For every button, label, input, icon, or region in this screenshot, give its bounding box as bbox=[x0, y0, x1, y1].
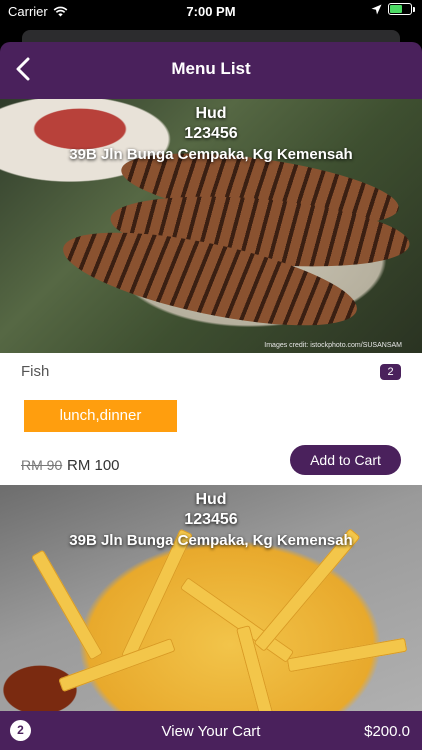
menu-item-image[interactable]: Hud 123456 39B Jln Bunga Cempaka, Kg Kem… bbox=[0, 485, 422, 711]
shop-info-overlay: Hud 123456 39B Jln Bunga Cempaka, Kg Kem… bbox=[0, 104, 422, 166]
current-price: RM 100 bbox=[67, 457, 120, 474]
page-title: Menu List bbox=[171, 59, 251, 78]
shop-address: 39B Jln Bunga Cempaka, Kg Kemensah bbox=[69, 532, 353, 549]
shop-name: Hud bbox=[195, 491, 227, 508]
view-cart-bar[interactable]: 2 View Your Cart $200.0 bbox=[0, 711, 422, 750]
image-credit: Images credit: istockphoto.com/SUSANSAM bbox=[264, 342, 402, 349]
status-right-group bbox=[371, 3, 415, 15]
item-count-badge: 2 bbox=[380, 364, 401, 380]
shop-info-overlay: Hud 123456 39B Jln Bunga Cempaka, Kg Kem… bbox=[0, 490, 422, 552]
clock: 7:00 PM bbox=[186, 4, 236, 19]
nav-bar: Menu List bbox=[0, 42, 422, 99]
menu-item-image[interactable]: Hud 123456 39B Jln Bunga Cempaka, Kg Kem… bbox=[0, 99, 422, 353]
shop-address: 39B Jln Bunga Cempaka, Kg Kemensah bbox=[69, 146, 353, 163]
fry-shape bbox=[286, 637, 408, 673]
view-cart-label: View Your Cart bbox=[161, 723, 261, 740]
menu-item-name: Fish bbox=[21, 363, 50, 380]
shop-name: Hud bbox=[195, 105, 227, 122]
fry-shape bbox=[58, 637, 176, 693]
menu-list[interactable]: Hud 123456 39B Jln Bunga Cempaka, Kg Kem… bbox=[0, 99, 422, 711]
fry-shape bbox=[30, 549, 104, 661]
battery-charging-icon bbox=[388, 3, 415, 15]
add-to-cart-button[interactable]: Add to Cart bbox=[290, 445, 401, 475]
location-arrow-icon bbox=[371, 4, 382, 14]
shop-phone: 123456 bbox=[184, 125, 238, 142]
sheet-grabber bbox=[22, 30, 400, 42]
shop-phone: 123456 bbox=[184, 511, 238, 528]
status-bar: Carrier 7:00 PM bbox=[0, 0, 422, 22]
meal-tags-chip: lunch,dinner bbox=[24, 400, 177, 432]
original-price: RM 90 bbox=[21, 457, 63, 473]
cart-total: $200.0 bbox=[364, 723, 410, 740]
